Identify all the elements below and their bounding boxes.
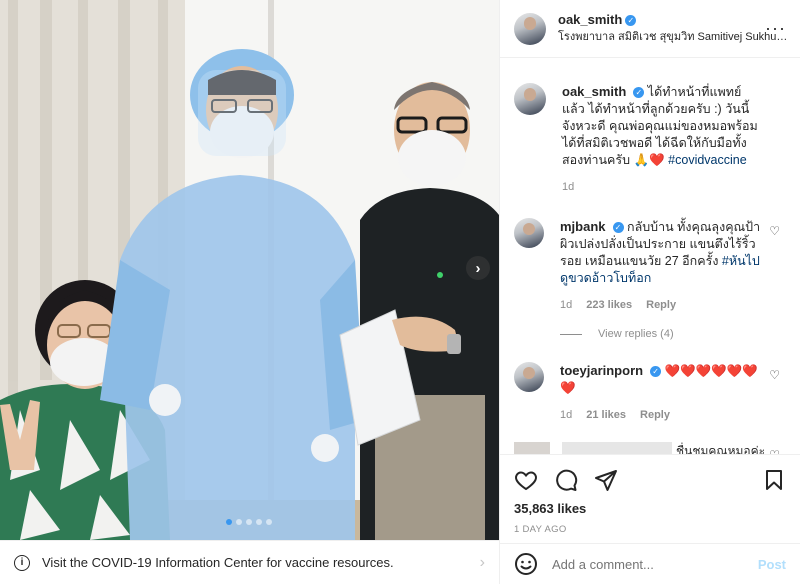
verified-badge-icon: ✓ xyxy=(625,15,637,27)
post-caption: oak_smith ✓ ได้ทำหน้าที่แพทย์แล้ว ได้ทำหน… xyxy=(514,83,786,196)
likes-count[interactable]: 35,863 likes xyxy=(514,501,786,516)
avatar[interactable] xyxy=(514,83,546,115)
comment-item: ชื่นชมคุณหมอค่ะ ♡ xyxy=(514,442,786,454)
post-username[interactable]: oak_smith xyxy=(558,12,622,27)
caption-emoji: 🙏❤️ xyxy=(633,153,665,167)
carousel-dot xyxy=(226,519,232,525)
more-horizontal-icon[interactable]: ··· xyxy=(765,18,786,39)
comment-username[interactable]: mjbank xyxy=(560,219,606,234)
info-icon: i xyxy=(14,554,30,571)
caption-time[interactable]: 1d xyxy=(562,179,574,196)
comment-likes[interactable]: 223 likes xyxy=(586,297,632,314)
comment-item: mjbank ✓ กลับบ้าน ทั้งคุณลุงคุณป้า ผิวเปล… xyxy=(514,218,786,314)
post-photo[interactable]: › xyxy=(0,0,499,540)
comment-time[interactable]: 1d xyxy=(560,407,572,424)
emoji-icon[interactable] xyxy=(514,552,538,576)
share-icon[interactable] xyxy=(594,468,618,492)
blurred-username xyxy=(562,442,672,454)
comment-icon[interactable] xyxy=(554,468,578,492)
carousel-dot xyxy=(266,519,272,525)
photo-illustration xyxy=(0,0,499,540)
covid-info-text: Visit the COVID-19 Information Center fo… xyxy=(42,555,394,570)
post-button[interactable]: Post xyxy=(758,557,786,572)
verified-badge-icon: ✓ xyxy=(633,87,645,99)
heart-icon[interactable] xyxy=(514,468,538,492)
reply-button[interactable]: Reply xyxy=(646,297,676,314)
comment-item: toeyjarinporn ✓ ❤️❤️❤️❤️❤️❤️❤️ 1d 21 like… xyxy=(514,362,786,424)
post-sidebar: oak_smith ✓ โรงพยาบาล สมิติเวช สุขุมวิท S… xyxy=(499,0,800,584)
comment-time[interactable]: 1d xyxy=(560,297,572,314)
next-slide-button[interactable]: › xyxy=(466,256,490,280)
avatar[interactable] xyxy=(514,442,550,454)
comment-username[interactable]: toeyjarinporn xyxy=(560,363,643,378)
caption-username[interactable]: oak_smith xyxy=(562,84,626,99)
post-header: oak_smith ✓ โรงพยาบาล สมิติเวช สุขุมวิท S… xyxy=(500,0,800,58)
post-date[interactable]: 1 DAY AGO xyxy=(514,524,786,535)
verified-badge-icon: ✓ xyxy=(650,366,662,378)
carousel-dots xyxy=(226,519,272,525)
carousel-dot xyxy=(246,519,252,525)
comment-input[interactable] xyxy=(552,556,758,572)
carousel-dot xyxy=(236,519,242,525)
reply-button[interactable]: Reply xyxy=(640,407,670,424)
verified-badge-icon: ✓ xyxy=(612,222,624,234)
bookmark-icon[interactable] xyxy=(762,468,786,492)
avatar[interactable] xyxy=(514,362,544,392)
post-location[interactable]: โรงพยาบาล สมิติเวช สุขุมวิท Samitivej Su… xyxy=(558,27,788,45)
chevron-right-icon: › xyxy=(479,553,485,571)
heart-outline-icon[interactable]: ♡ xyxy=(769,368,780,382)
comments-list[interactable]: oak_smith ✓ ได้ทำหน้าที่แพทย์แล้ว ได้ทำหน… xyxy=(500,59,800,454)
heart-outline-icon[interactable]: ♡ xyxy=(769,224,780,238)
carousel-dot xyxy=(256,519,262,525)
post-actions: 35,863 likes 1 DAY AGO xyxy=(500,454,800,535)
avatar[interactable] xyxy=(514,12,546,45)
avatar[interactable] xyxy=(514,218,544,248)
comment-likes[interactable]: 21 likes xyxy=(586,407,626,424)
view-replies-button[interactable]: View replies (4) xyxy=(560,328,786,340)
caption-hashtag[interactable]: #covidvaccine xyxy=(668,153,747,167)
comment-text: ชื่นชมคุณหมอค่ะ xyxy=(676,444,766,454)
add-comment-bar: Post xyxy=(500,543,800,584)
covid-info-banner[interactable]: i Visit the COVID-19 Information Center … xyxy=(0,540,499,584)
